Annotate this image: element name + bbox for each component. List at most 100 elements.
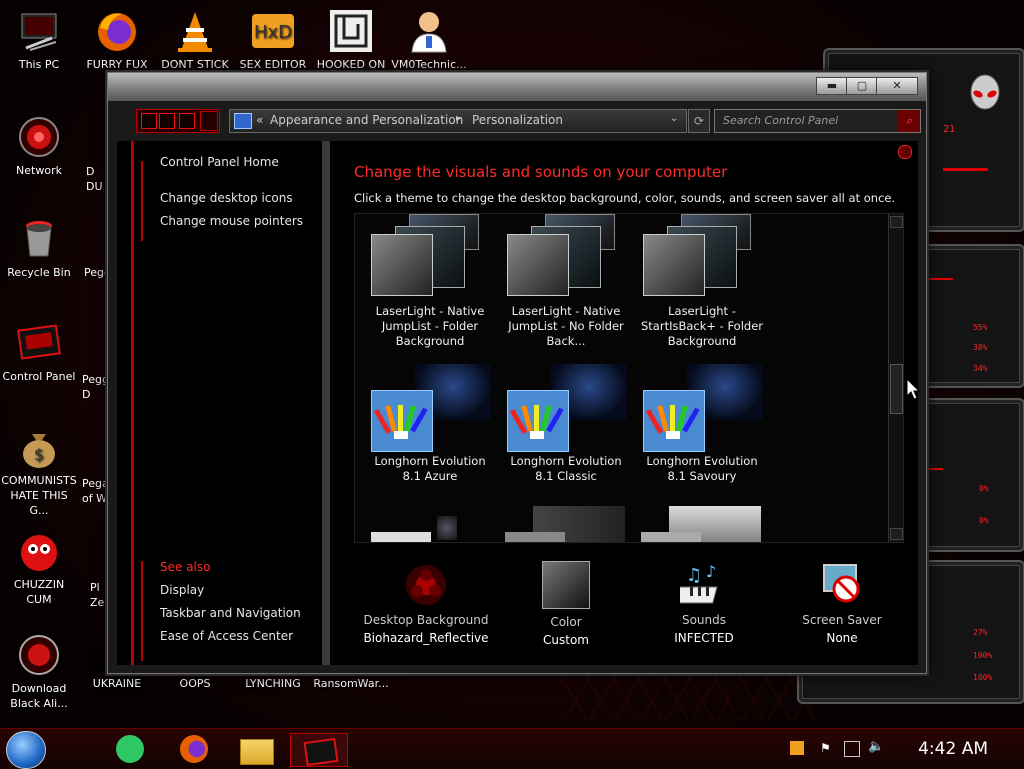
desktop-icon-label: VM0Technic...	[391, 58, 467, 71]
search-box[interactable]: Search Control Panel ⌕	[714, 109, 921, 133]
taskbar: ⚑ 🔈 4:42 AM	[0, 728, 1024, 769]
decor-red-rail	[141, 561, 143, 661]
desktop-icon-dont-stick[interactable]: DONT STICK	[156, 8, 234, 72]
partial-icon-label: D DU	[86, 165, 103, 193]
taskbar-notes-app[interactable]	[112, 733, 148, 765]
theme-tile[interactable]: Longhorn Evolution 8.1 Classic	[501, 364, 631, 484]
change-desktop-icons-link[interactable]: Change desktop icons	[160, 191, 293, 205]
pane-splitter[interactable]	[322, 141, 330, 665]
taskbar-firefox[interactable]	[176, 733, 212, 765]
desktop-icon-vm0technic[interactable]: VM0Technic...	[390, 8, 468, 72]
scroll-thumb[interactable]	[890, 364, 903, 414]
forward-arrow-icon[interactable]	[159, 113, 175, 129]
start-orb-button[interactable]	[6, 731, 46, 769]
theme-preview	[501, 214, 631, 304]
desktop-icon-label: DONT STICK	[161, 58, 229, 71]
address-prefix: «	[256, 113, 264, 127]
desktop-icon-this-pc[interactable]: This PC	[0, 8, 78, 72]
desktop-icon-sex-editor[interactable]: HxD SEX EDITOR	[234, 8, 312, 72]
theme-label: LaserLight - Native JumpList - Folder Ba…	[375, 304, 485, 348]
decor-red-rail	[141, 161, 143, 241]
setting-value: Custom	[543, 633, 589, 647]
theme-tile[interactable]: LaserLight - Native JumpList - Folder Ba…	[365, 214, 495, 349]
desktop-icon-communists[interactable]: $ COMMUNISTS HATE THIS G...	[0, 424, 78, 518]
minimize-button[interactable]: ▬	[816, 77, 848, 95]
scroll-down-button[interactable]	[890, 528, 903, 540]
recent-pages-icon[interactable]	[179, 113, 195, 129]
folder-icon	[240, 739, 274, 765]
desktop-background-setting[interactable]: Desktop Background Biohazard_Reflective	[356, 561, 496, 645]
close-button[interactable]: ✕	[876, 77, 918, 95]
clock[interactable]: 4:42 AM	[918, 739, 988, 759]
chevron-down-icon[interactable]: ⌄	[670, 113, 678, 124]
desktop-icon-furry-fux[interactable]: FURRY FUX	[78, 8, 156, 72]
biohazard-icon	[402, 561, 450, 609]
decor-red-rail	[131, 141, 134, 665]
firefox-icon	[180, 735, 208, 763]
color-setting[interactable]: Color Custom	[496, 561, 636, 647]
up-level-icon[interactable]	[200, 111, 218, 131]
desktop-icon-chuzzin-cum[interactable]: CHUZZIN CUM	[0, 528, 78, 607]
maximize-button[interactable]: ▢	[846, 77, 878, 95]
theme-tile[interactable]: Longhorn Evolution 8.1 Azure	[365, 364, 495, 484]
page-subheading: Click a theme to change the desktop back…	[354, 191, 896, 205]
theme-label: Longhorn Evolution 8.1 Classic	[510, 454, 622, 483]
desktop-icon-ukraine[interactable]: UKRAINE	[78, 676, 156, 691]
control-panel-small-icon	[234, 113, 252, 129]
tray-show-desktop-icon[interactable]	[790, 741, 804, 755]
desktop-icon-hooked-on[interactable]: HOOKED ON	[312, 8, 390, 72]
ease-of-access-link[interactable]: Ease of Access Center	[160, 629, 293, 643]
hex-editor-icon: HxD	[250, 8, 296, 54]
color-palette-icon	[643, 390, 705, 452]
theme-gallery[interactable]: LaserLight - Native JumpList - Folder Ba…	[354, 213, 904, 543]
desktop-icon-label: Control Panel	[2, 370, 76, 383]
taskbar-file-explorer[interactable]	[238, 733, 274, 765]
setting-title: Desktop Background	[363, 613, 489, 627]
taskbar-navigation-link[interactable]: Taskbar and Navigation	[160, 606, 301, 620]
breadcrumb-appearance[interactable]: Appearance and Personalization	[270, 113, 463, 127]
music-keyboard-icon: ♫ ♪	[672, 561, 728, 609]
desktop-icon-control-panel[interactable]: Control Panel	[0, 320, 78, 384]
desktop-icon-label: OOPS	[179, 677, 211, 690]
window-titlebar[interactable]: ▬ ▢ ✕	[108, 73, 926, 101]
color-palette-icon	[371, 390, 433, 452]
scroll-up-button[interactable]	[890, 216, 903, 228]
svg-text:♪: ♪	[706, 562, 716, 581]
change-mouse-pointers-link[interactable]: Change mouse pointers	[160, 214, 303, 228]
address-bar[interactable]: « Appearance and Personalization ▸ Perso…	[229, 109, 687, 133]
breadcrumb-separator[interactable]: ▸	[456, 113, 461, 124]
theme-tile-partial[interactable]	[641, 506, 763, 542]
search-input[interactable]: Search Control Panel	[723, 114, 838, 127]
theme-label: LaserLight - StartIsBack+ - Folder Backg…	[640, 304, 764, 348]
breadcrumb-personalization[interactable]: Personalization	[472, 113, 563, 127]
search-icon[interactable]: ⌕	[898, 110, 920, 132]
help-icon[interactable]	[898, 145, 912, 159]
theme-scrollbar[interactable]	[888, 214, 903, 542]
mouse-cursor-icon	[906, 377, 921, 400]
theme-tile-partial[interactable]	[371, 506, 461, 542]
desktop-icon-ransomware[interactable]: RansomWar...	[312, 676, 390, 691]
theme-tile[interactable]: LaserLight - StartIsBack+ - Folder Backg…	[637, 214, 767, 349]
desktop-icon-lynching[interactable]: LYNCHING	[234, 676, 312, 691]
theme-tile-partial[interactable]	[505, 506, 627, 542]
desktop-icon-download[interactable]: Download Black Ali...	[0, 632, 78, 711]
theme-preview	[365, 364, 495, 454]
desktop-icon-recycle-bin[interactable]: Recycle Bin	[0, 216, 78, 280]
setting-title: Screen Saver	[802, 613, 882, 627]
control-panel-home-link[interactable]: Control Panel Home	[160, 155, 279, 169]
action-center-flag-icon[interactable]: ⚑	[820, 741, 834, 755]
network-tray-icon[interactable]	[844, 741, 860, 757]
volume-tray-icon[interactable]: 🔈	[868, 739, 884, 755]
page-heading: Change the visuals and sounds on your co…	[354, 163, 728, 181]
desktop-icon-network[interactable]: Network	[0, 114, 78, 178]
theme-tile[interactable]: Longhorn Evolution 8.1 Savoury	[637, 364, 767, 484]
theme-tile[interactable]: LaserLight - Native JumpList - No Folder…	[501, 214, 631, 349]
sounds-setting[interactable]: ♫ ♪ Sounds INFECTED	[634, 561, 774, 645]
display-link[interactable]: Display	[160, 583, 204, 597]
back-arrow-icon[interactable]	[141, 113, 157, 129]
personalization-window[interactable]: ▬ ▢ ✕ « Appearance and Personalization ▸…	[107, 72, 927, 674]
refresh-button[interactable]: ⟳	[688, 109, 710, 133]
taskbar-control-panel-active[interactable]	[290, 733, 348, 767]
screen-saver-setting[interactable]: Screen Saver None	[772, 561, 912, 645]
desktop-icon-oops[interactable]: OOPS	[156, 676, 234, 691]
